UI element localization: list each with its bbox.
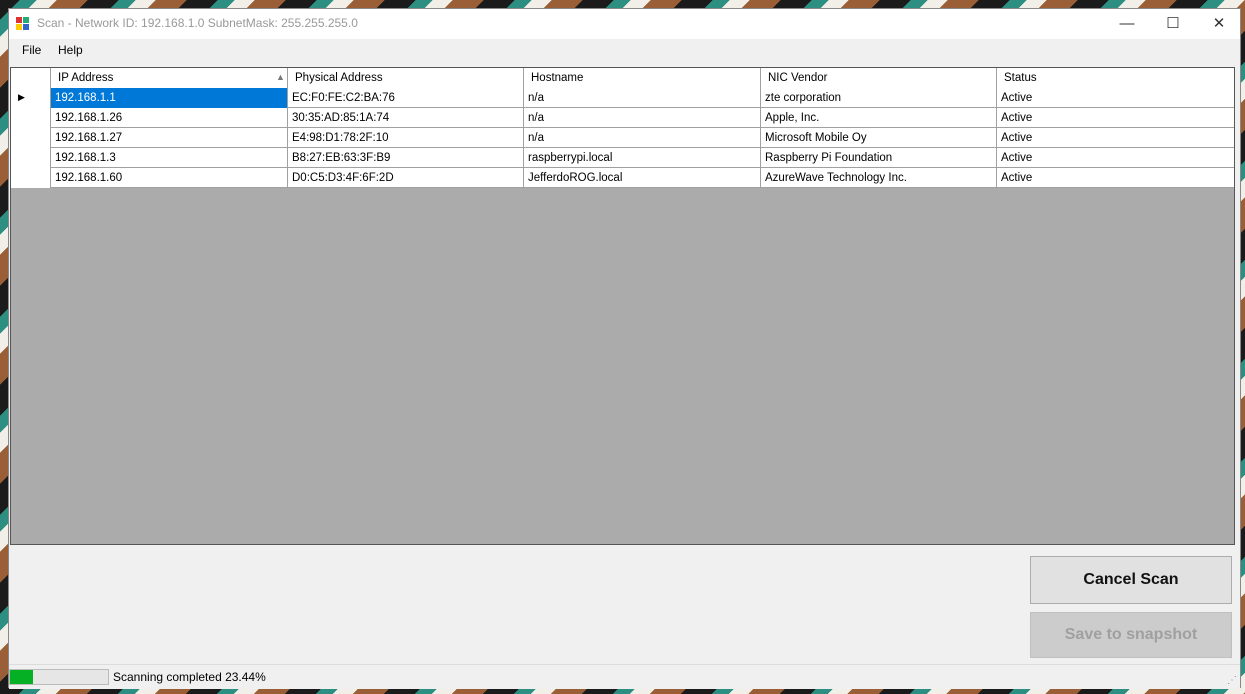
cell-status[interactable]: Active — [997, 168, 1234, 188]
minimize-icon: — — [1119, 15, 1135, 32]
close-button[interactable]: ✕ — [1196, 9, 1242, 39]
cell-ip[interactable]: 192.168.1.27 — [51, 128, 288, 148]
cell-status[interactable]: Active — [997, 108, 1234, 128]
row-header[interactable] — [11, 168, 51, 188]
table-row[interactable]: 192.168.1.27 E4:98:D1:78:2F:10 n/a Microsof… — [11, 128, 1234, 148]
window-title: Scan - Network ID: 192.168.1.0 SubnetMas… — [37, 16, 358, 30]
menu-help[interactable]: Help — [58, 43, 83, 57]
row-header[interactable] — [11, 108, 51, 128]
current-row-icon: ▶ — [18, 92, 25, 102]
maximize-button[interactable]: ☐ — [1150, 9, 1196, 39]
maximize-icon: ☐ — [1166, 15, 1180, 32]
row-header[interactable]: ▶ — [11, 88, 51, 108]
column-header-hostname[interactable]: Hostname — [524, 68, 761, 88]
cell-nic-vendor[interactable]: zte corporation — [761, 88, 997, 108]
cell-hostname[interactable]: n/a — [524, 88, 761, 108]
cell-physical-address[interactable]: EC:F0:FE:C2:BA:76 — [288, 88, 524, 108]
cell-ip[interactable]: 192.168.1.1 — [51, 88, 288, 108]
cell-ip[interactable]: 192.168.1.26 — [51, 108, 288, 128]
cell-ip[interactable]: 192.168.1.3 — [51, 148, 288, 168]
cell-status[interactable]: Active — [997, 128, 1234, 148]
cell-hostname[interactable]: n/a — [524, 108, 761, 128]
row-header[interactable] — [11, 128, 51, 148]
title-bar[interactable]: Scan - Network ID: 192.168.1.0 SubnetMas… — [9, 9, 1240, 39]
cell-status[interactable]: Active — [997, 148, 1234, 168]
cell-nic-vendor[interactable]: AzureWave Technology Inc. — [761, 168, 997, 188]
column-header-status[interactable]: Status — [997, 68, 1234, 88]
cell-physical-address[interactable]: B8:27:EB:63:3F:B9 — [288, 148, 524, 168]
header-corner[interactable] — [11, 68, 51, 88]
cell-status[interactable]: Active — [997, 88, 1234, 108]
cell-physical-address[interactable]: E4:98:D1:78:2F:10 — [288, 128, 524, 148]
menu-file[interactable]: File — [22, 43, 41, 57]
table-row[interactable]: ▶ 192.168.1.1 EC:F0:FE:C2:BA:76 n/a zte corp… — [11, 88, 1234, 108]
resize-grip-icon[interactable]: ⋰ — [1227, 675, 1237, 686]
column-header-physical-address[interactable]: Physical Address — [288, 68, 524, 88]
table-row[interactable]: 192.168.1.3 B8:27:EB:63:3F:B9 raspberrypi.… — [11, 148, 1234, 168]
sort-ascending-icon: ▲ — [276, 72, 285, 82]
row-header[interactable] — [11, 148, 51, 168]
scan-window: Scan - Network ID: 192.168.1.0 SubnetMas… — [8, 8, 1241, 689]
menu-bar: File Help — [9, 39, 1240, 61]
scan-results-grid[interactable]: IP Address ▲ Physical Address Hostname N… — [10, 67, 1235, 545]
app-icon — [16, 17, 30, 31]
column-header-nic-vendor[interactable]: NIC Vendor — [761, 68, 997, 88]
minimize-button[interactable]: — — [1104, 9, 1150, 39]
cell-hostname[interactable]: raspberrypi.local — [524, 148, 761, 168]
table-row[interactable]: 192.168.1.60 D0:C5:D3:4F:6F:2D JefferdoROG… — [11, 168, 1234, 188]
status-bar: Scanning completed 23.44% ⋰ — [9, 664, 1240, 689]
save-snapshot-button[interactable]: Save to snapshot — [1030, 612, 1232, 658]
status-text: Scanning completed 23.44% — [113, 670, 266, 684]
close-icon: ✕ — [1212, 15, 1226, 32]
cell-physical-address[interactable]: D0:C5:D3:4F:6F:2D — [288, 168, 524, 188]
cell-hostname[interactable]: JefferdoROG.local — [524, 168, 761, 188]
scan-progress-fill — [10, 670, 33, 684]
cancel-scan-button[interactable]: Cancel Scan — [1030, 556, 1232, 604]
cell-physical-address[interactable]: 30:35:AD:85:1A:74 — [288, 108, 524, 128]
table-row[interactable]: 192.168.1.26 30:35:AD:85:1A:74 n/a Apple, I… — [11, 108, 1234, 128]
cell-nic-vendor[interactable]: Raspberry Pi Foundation — [761, 148, 997, 168]
scan-progress-bar — [9, 669, 109, 685]
cell-nic-vendor[interactable]: Apple, Inc. — [761, 108, 997, 128]
column-header-ip[interactable]: IP Address — [51, 68, 288, 88]
grid-header: IP Address ▲ Physical Address Hostname N… — [11, 68, 1234, 89]
cell-hostname[interactable]: n/a — [524, 128, 761, 148]
cell-ip[interactable]: 192.168.1.60 — [51, 168, 288, 188]
cell-nic-vendor[interactable]: Microsoft Mobile Oy — [761, 128, 997, 148]
